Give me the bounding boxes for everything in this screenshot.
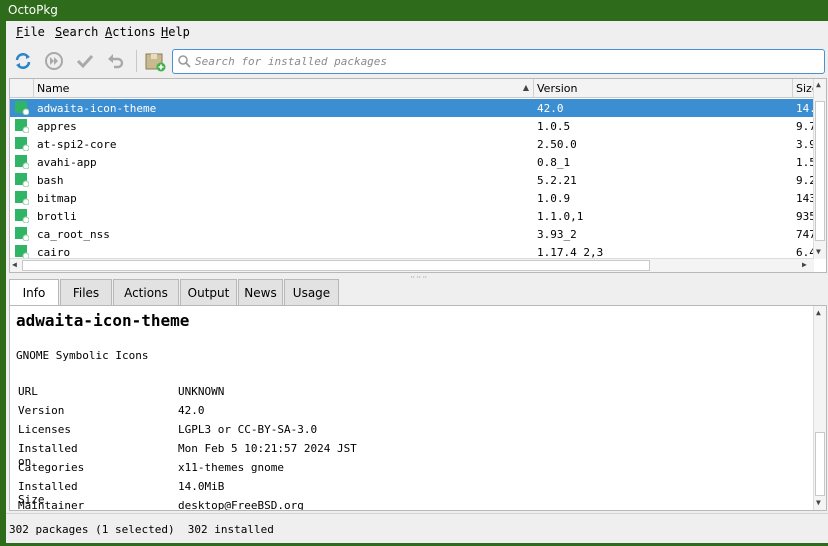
scroll-up-icon[interactable]: ▲: [816, 80, 821, 89]
header-size[interactable]: Size: [793, 79, 814, 98]
package-list-horizontal-scrollbar[interactable]: ◀ ▶: [10, 258, 814, 272]
scroll-down-icon[interactable]: ▼: [816, 498, 821, 507]
package-version: 2.50.0: [537, 138, 577, 151]
scroll-down-icon[interactable]: ▼: [816, 247, 821, 256]
property-value: 14.0MiB: [178, 480, 225, 493]
table-row[interactable]: bitmap 1.0.9 143: [10, 189, 816, 207]
package-version: 1.1.0,1: [537, 210, 584, 223]
sync-button[interactable]: [10, 48, 36, 74]
search-box[interactable]: [172, 49, 825, 74]
property-key: Categories: [18, 461, 85, 474]
menu-search[interactable]: Search: [55, 25, 98, 39]
table-row[interactable]: ca_root_nss 3.93_2 747: [10, 225, 816, 243]
table-row[interactable]: avahi-app 0.8_1 1.5: [10, 153, 816, 171]
property-key: Maintainer: [18, 499, 85, 511]
main-window: OctoPkg File Search Actions Help Search …: [0, 0, 828, 546]
table-row[interactable]: bash 5.2.21 9.2: [10, 171, 816, 189]
package-version: 1.0.5: [537, 120, 571, 133]
search-input[interactable]: [195, 53, 815, 70]
package-version: 0.8_1: [537, 156, 571, 169]
installed-package-icon: [15, 119, 29, 133]
toolbar: [6, 44, 828, 76]
search-icon: [178, 55, 191, 68]
package-name: adwaita-icon-theme: [37, 102, 157, 115]
menu-file[interactable]: File: [16, 25, 45, 39]
property-value: desktop@FreeBSD.org: [178, 499, 304, 511]
status-bar: 302 packages (1 selected) 302 installed: [6, 513, 828, 543]
package-version: 5.2.21: [537, 174, 577, 187]
commit-icon: [45, 52, 63, 70]
sync-icon: [15, 53, 31, 69]
installed-package-icon: [15, 137, 29, 151]
installed-package-icon: [15, 101, 29, 115]
tab-files[interactable]: Files: [60, 279, 112, 305]
tab-usage[interactable]: Usage: [284, 279, 339, 305]
package-name: avahi-app: [37, 156, 97, 169]
menu-actions[interactable]: Actions: [105, 25, 156, 39]
apply-icon: [76, 54, 94, 69]
undo-button[interactable]: [103, 48, 129, 74]
package-name: brotli: [37, 210, 77, 223]
installed-package-icon: [15, 227, 29, 241]
scrollbar-thumb[interactable]: [815, 101, 825, 241]
property-value: Mon Feb 5 10:21:57 2024 JST: [178, 442, 357, 455]
scroll-up-icon[interactable]: ▲: [816, 308, 821, 317]
installed-package-icon: [15, 173, 29, 187]
install-local-package-button[interactable]: [142, 48, 168, 74]
undo-icon: [108, 54, 124, 69]
info-vertical-scrollbar[interactable]: ▲ ▼: [813, 306, 826, 510]
property-value: UNKNOWN: [178, 385, 225, 398]
package-name: ca_root_nss: [37, 228, 110, 241]
header-icon-column[interactable]: [10, 79, 34, 98]
package-list-header: Name ▲ Version Size: [10, 79, 814, 98]
package-name: bitmap: [37, 192, 77, 205]
package-name: bash: [37, 174, 64, 187]
installed-package-icon: [15, 209, 29, 223]
header-name[interactable]: Name ▲: [34, 79, 534, 98]
package-name: appres: [37, 120, 77, 133]
tab-info[interactable]: Info: [9, 279, 59, 306]
install-local-package-icon: [145, 53, 166, 72]
scroll-right-icon[interactable]: ▶: [802, 260, 807, 269]
detail-tabs: Info Files Actions Output News Usage: [9, 279, 827, 306]
package-title: adwaita-icon-theme: [16, 311, 190, 330]
header-version[interactable]: Version: [534, 79, 793, 98]
package-name: at-spi2-core: [37, 138, 117, 151]
window-title: OctoPkg: [3, 0, 828, 21]
table-row[interactable]: appres 1.0.5 9.7: [10, 117, 816, 135]
sort-ascending-icon: ▲: [522, 83, 529, 92]
window-client: File Search Actions Help Search for inst…: [6, 21, 828, 543]
info-panel: adwaita-icon-theme GNOME Symbolic Icons …: [9, 305, 827, 511]
tab-output[interactable]: Output: [180, 279, 237, 305]
package-version: 3.93_2: [537, 228, 577, 241]
property-value: x11-themes gnome: [178, 461, 284, 474]
toolbar-separator: [136, 50, 137, 72]
tab-news[interactable]: News: [238, 279, 283, 305]
commit-button[interactable]: [41, 48, 67, 74]
property-key: URL: [18, 385, 38, 398]
menu-help[interactable]: Help: [161, 25, 190, 39]
package-version: 42.0: [537, 102, 564, 115]
scrollbar-thumb[interactable]: [815, 432, 825, 496]
property-key: Version: [18, 404, 65, 417]
installed-package-icon: [15, 155, 29, 169]
package-description: GNOME Symbolic Icons: [16, 349, 149, 362]
package-list[interactable]: Name ▲ Version Size adwaita-icon-theme 42…: [9, 78, 827, 273]
table-row[interactable]: adwaita-icon-theme 42.0 14.: [10, 99, 816, 117]
property-value: 42.0: [178, 404, 205, 417]
table-row[interactable]: at-spi2-core 2.50.0 3.9: [10, 135, 816, 153]
property-value: LGPL3 or CC-BY-SA-3.0: [178, 423, 318, 436]
table-row[interactable]: brotli 1.1.0,1 935: [10, 207, 816, 225]
tab-actions[interactable]: Actions: [113, 279, 179, 305]
scrollbar-thumb[interactable]: [22, 260, 650, 271]
installed-package-icon: [15, 191, 29, 205]
menu-bar: File Search Actions Help: [6, 21, 828, 43]
installed-package-icon: [15, 245, 29, 259]
package-version: 1.0.9: [537, 192, 571, 205]
apply-button[interactable]: [72, 48, 98, 74]
scroll-left-icon[interactable]: ◀: [12, 260, 17, 269]
package-list-vertical-scrollbar[interactable]: ▲ ▼: [813, 79, 826, 259]
property-key: Licenses: [18, 423, 71, 436]
